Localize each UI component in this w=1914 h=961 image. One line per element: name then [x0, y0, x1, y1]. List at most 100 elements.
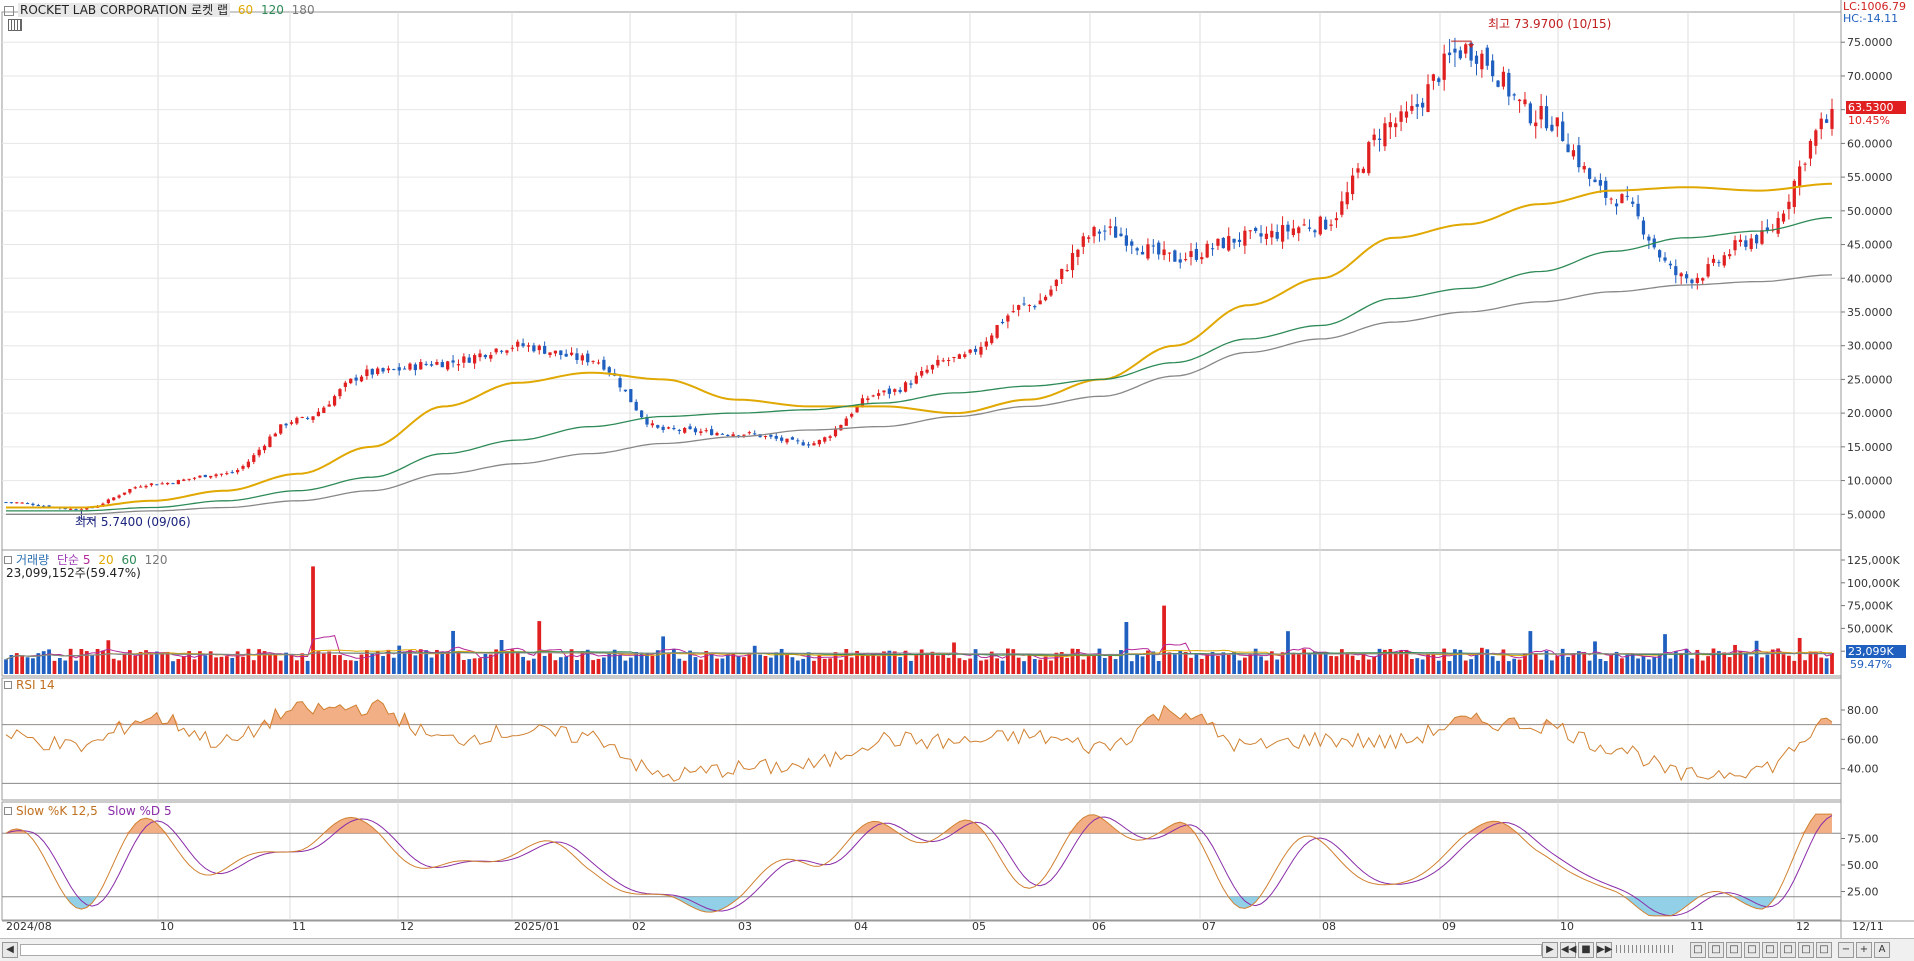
- candle-body: [871, 395, 875, 397]
- stochastic-pane[interactable]: [2, 813, 1841, 917]
- volume-bar: [1797, 637, 1802, 674]
- stop-button[interactable]: ■: [1578, 942, 1594, 958]
- volume-bar: [1781, 654, 1786, 674]
- candle-body: [650, 423, 654, 426]
- view-option-icon-6[interactable]: □: [1780, 942, 1796, 958]
- pane-marker-icon: [4, 5, 14, 16]
- candle-body: [440, 362, 444, 368]
- volume-bar: [289, 655, 294, 674]
- volume-bar: [1221, 652, 1226, 674]
- candle-body: [1173, 250, 1177, 262]
- rsi-pane[interactable]: [2, 699, 1841, 784]
- candle-body: [1830, 108, 1834, 129]
- stock-chart[interactable]: 2024/08 10 11 12 2025/01 02 03 04 05 06 07 08 09 10 11…: [0, 0, 1914, 938]
- view-option-icon-8[interactable]: □: [1816, 942, 1832, 958]
- x-tick-label: 03: [738, 920, 752, 933]
- volume-bar: [1485, 649, 1490, 674]
- volume-bar: [1463, 660, 1468, 674]
- volume-bar: [849, 657, 854, 674]
- high-annotation: 최고 73.9700 (10/15): [1488, 17, 1612, 31]
- candle-body: [591, 360, 595, 362]
- candle-body: [1458, 50, 1462, 59]
- volume-bar: [957, 658, 962, 674]
- volume-bar: [661, 636, 666, 674]
- font-size-button[interactable]: A: [1874, 942, 1890, 958]
- candle-body: [839, 424, 843, 431]
- candle-body: [1447, 52, 1452, 56]
- rewind-button[interactable]: ◀◀: [1560, 942, 1576, 958]
- volume-bar: [1183, 652, 1188, 674]
- zoom-in-button[interactable]: +: [1856, 942, 1872, 958]
- volume-bar: [1566, 656, 1570, 674]
- candle-body: [1162, 249, 1166, 256]
- candle-body: [543, 345, 547, 354]
- view-option-icon-7[interactable]: □: [1798, 942, 1814, 958]
- volume-bar: [1108, 655, 1113, 674]
- candle-body: [1717, 262, 1721, 264]
- candle-body: [1776, 218, 1780, 234]
- candle-body: [833, 428, 838, 437]
- volume-bar: [925, 654, 929, 674]
- volume-bar: [1140, 656, 1145, 674]
- view-option-icon-2[interactable]: □: [1708, 942, 1724, 958]
- candle-body: [1033, 306, 1037, 308]
- view-option-icon-5[interactable]: □: [1762, 942, 1778, 958]
- volume-bar: [1550, 660, 1554, 674]
- candle-body: [1539, 105, 1543, 120]
- volume-bar: [1474, 654, 1479, 674]
- candle-body: [133, 487, 137, 489]
- candle-body: [413, 364, 417, 371]
- candle-body: [1070, 253, 1075, 271]
- scroll-right-button[interactable]: ▶: [1542, 942, 1558, 958]
- scroll-left-button[interactable]: ◀: [2, 942, 18, 958]
- x-tick-label: 06: [1092, 920, 1106, 933]
- volume-bar: [1646, 659, 1651, 674]
- candle-body: [1641, 220, 1646, 235]
- view-option-icon-3[interactable]: □: [1726, 942, 1742, 958]
- price-tick-label: 10.0000: [1847, 475, 1893, 488]
- candle-body: [246, 461, 251, 468]
- candle-body: [1404, 111, 1409, 118]
- candle-body: [1043, 296, 1048, 301]
- candle-body: [165, 482, 170, 485]
- zoom-out-button[interactable]: −: [1838, 942, 1854, 958]
- view-option-icon-1[interactable]: □: [1690, 942, 1706, 958]
- candle-body: [235, 470, 240, 473]
- candle-body: [753, 433, 757, 435]
- volume-bar: [181, 656, 186, 674]
- scrollbar-track[interactable]: [20, 944, 1542, 956]
- volume-bar: [68, 648, 73, 674]
- candle-body: [456, 364, 461, 366]
- grid-toggle-icon[interactable]: [8, 19, 22, 31]
- candle-body: [1092, 226, 1096, 237]
- candle-body: [370, 368, 374, 375]
- candle-body: [957, 354, 962, 359]
- candle-body: [1146, 244, 1150, 259]
- x-tick-label: 12: [400, 920, 414, 933]
- fast-forward-button[interactable]: ▶▶: [1596, 942, 1612, 958]
- volume-bar: [224, 656, 229, 674]
- candle-body: [1259, 233, 1263, 237]
- candle-body: [1787, 201, 1791, 210]
- candle-body: [359, 376, 364, 382]
- candle-body: [1334, 218, 1339, 221]
- zoom-slider[interactable]: [1616, 945, 1676, 953]
- candle-body: [1485, 47, 1489, 66]
- candle-body: [106, 499, 110, 504]
- volume-bar: [106, 640, 111, 674]
- volume-bar: [1469, 659, 1473, 674]
- candle-body: [990, 335, 994, 344]
- volume-pane[interactable]: [4, 566, 1834, 674]
- view-option-icon-4[interactable]: □: [1744, 942, 1760, 958]
- candle-body: [812, 443, 816, 446]
- volume-bar: [618, 655, 622, 674]
- candle-body: [473, 355, 477, 364]
- volume-bar: [1409, 659, 1414, 674]
- candle-body: [666, 427, 671, 429]
- candle-body: [1781, 213, 1786, 222]
- candle-body: [365, 369, 369, 377]
- volume-bar: [806, 652, 811, 674]
- volume-bar: [160, 654, 165, 674]
- x-tick-label: 2024/08: [6, 920, 52, 933]
- candle-body: [984, 341, 988, 347]
